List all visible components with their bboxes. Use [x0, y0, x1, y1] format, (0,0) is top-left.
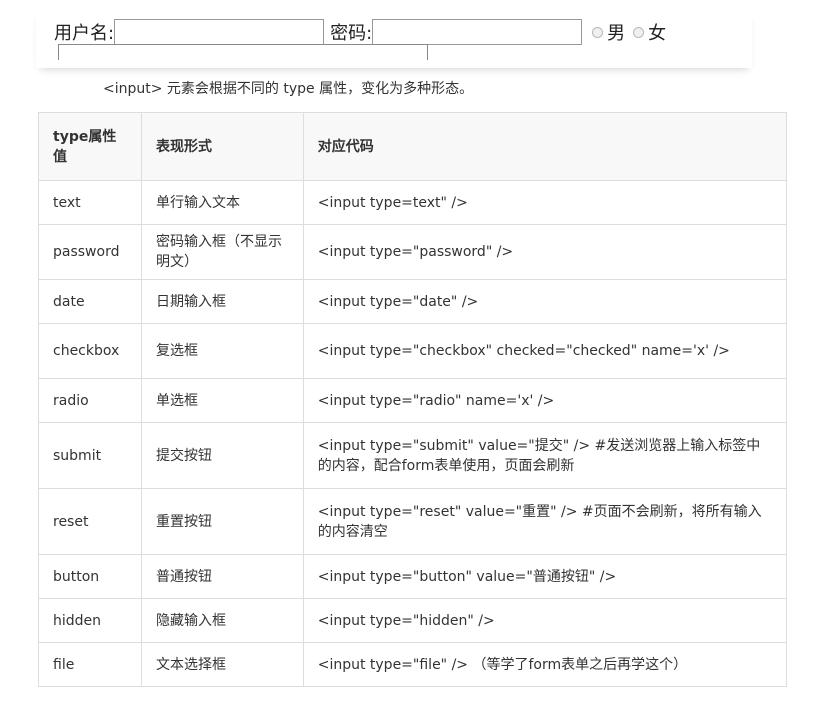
- female-label: 女: [648, 23, 667, 44]
- cell-form: 单选框: [140, 378, 304, 423]
- gender-radio-group: 男 女: [592, 19, 674, 45]
- username-label: 用户名:: [54, 23, 115, 44]
- cell-form: 重置按钮: [140, 488, 304, 555]
- cell-form: 复选框: [140, 323, 304, 379]
- male-radio[interactable]: [592, 26, 604, 38]
- cell-code: <input type="checkbox" checked="checked"…: [302, 323, 788, 379]
- cell-code: <input type="button" value="普通按钮" />: [302, 554, 788, 599]
- cell-code: <input type="reset" value="重置" /> #页面不会刷…: [302, 488, 788, 555]
- cell-code: <input type="date" />: [302, 279, 788, 324]
- table-row: date 日期输入框 <input type="date" />: [38, 279, 788, 324]
- cell-type: button: [38, 554, 142, 599]
- table-row: file 文本选择框 <input type="file" /> （等学了for…: [38, 642, 788, 687]
- password-label: 密码:: [330, 23, 373, 44]
- cell-form: 密码输入框（不显示明文）: [140, 224, 304, 280]
- cell-code: <input type=text" />: [302, 180, 788, 225]
- cell-code: <input type="file" /> （等学了form表单之后再学这个）: [302, 642, 788, 687]
- cell-type: radio: [38, 378, 142, 423]
- cell-type: file: [38, 642, 142, 687]
- cell-code: <input type="submit" value="提交" /> #发送浏览…: [302, 422, 788, 489]
- cell-code: <input type="hidden" />: [302, 598, 788, 643]
- cell-form: 单行输入文本: [140, 180, 304, 225]
- gender-option-female[interactable]: 女: [633, 19, 666, 45]
- female-radio[interactable]: [633, 26, 645, 38]
- table-header-row: type属性值 表现形式 对应代码: [38, 112, 788, 181]
- demo-form-strip: 用户名: 密码: 男 女: [36, 10, 752, 68]
- table-row: submit 提交按钮 <input type="submit" value="…: [38, 422, 788, 489]
- header-code: 对应代码: [302, 112, 788, 181]
- cell-type: checkbox: [38, 323, 142, 379]
- cell-code: <input type="password" />: [302, 224, 788, 280]
- cell-type: password: [38, 224, 142, 280]
- gender-option-male[interactable]: 男: [592, 19, 625, 45]
- cell-form: 普通按钮: [140, 554, 304, 599]
- table-row: button 普通按钮 <input type="button" value="…: [38, 554, 788, 599]
- cell-form: 文本选择框: [140, 642, 304, 687]
- table-row: radio 单选框 <input type="radio" name='x' /…: [38, 378, 788, 423]
- demo-form-row: 用户名: 密码: 男 女: [54, 19, 674, 45]
- intro-text: <input> 元素会根据不同的 type 属性，变化为多种形态。: [103, 81, 474, 97]
- table-row: hidden 隐藏输入框 <input type="hidden" />: [38, 598, 788, 643]
- cell-type: date: [38, 279, 142, 324]
- username-input[interactable]: [114, 19, 325, 45]
- header-type: type属性值: [38, 112, 142, 181]
- table-row: password 密码输入框（不显示明文） <input type="passw…: [38, 224, 788, 280]
- cell-form: 日期输入框: [140, 279, 304, 324]
- password-input[interactable]: [372, 19, 583, 45]
- table-row: text 单行输入文本 <input type=text" />: [38, 180, 788, 225]
- cell-code: <input type="radio" name='x' />: [302, 378, 788, 423]
- cell-form: 提交按钮: [140, 422, 304, 489]
- table-row: checkbox 复选框 <input type="checkbox" chec…: [38, 323, 788, 379]
- header-form: 表现形式: [140, 112, 304, 181]
- cell-type: hidden: [38, 598, 142, 643]
- truncated-textarea: [58, 44, 428, 60]
- cell-type: text: [38, 180, 142, 225]
- cell-type: submit: [38, 422, 142, 489]
- male-label: 男: [607, 23, 626, 44]
- cell-form: 隐藏输入框: [140, 598, 304, 643]
- input-types-table: type属性值 表现形式 对应代码 text 单行输入文本 <input typ…: [38, 112, 788, 687]
- cell-type: reset: [38, 488, 142, 555]
- table-row: reset 重置按钮 <input type="reset" value="重置…: [38, 488, 788, 555]
